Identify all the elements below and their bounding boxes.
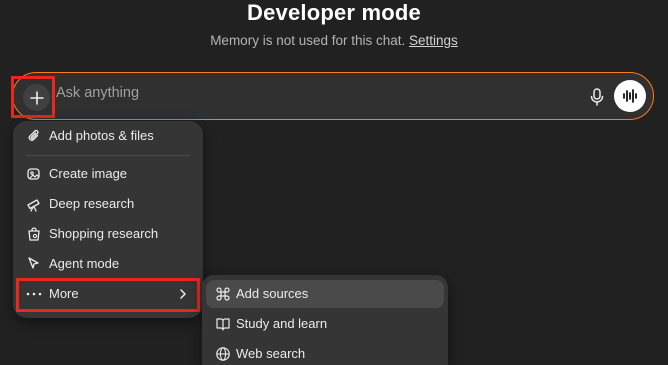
settings-link[interactable]: Settings: [409, 33, 458, 48]
menu-item-label: Add photos & files: [49, 128, 154, 143]
chat-composer: Ask anything: [12, 72, 654, 120]
paperclip-icon: [26, 128, 42, 144]
dictate-button[interactable]: [585, 85, 609, 109]
voice-waveform-icon: [622, 88, 638, 104]
submenu-item-label: Web search: [236, 346, 306, 361]
menu-item-deep-research[interactable]: Deep research: [13, 190, 203, 218]
submenu-item-label: Add sources: [236, 286, 309, 301]
menu-item-label: Shopping research: [49, 226, 159, 241]
submenu-item-label: Study and learn: [236, 316, 328, 331]
menu-item-shopping-research[interactable]: Shopping research: [13, 220, 203, 248]
submenu-item-add-sources[interactable]: Add sources: [206, 280, 444, 308]
shopping-bag-icon: [26, 226, 42, 242]
submenu-item-study-and-learn[interactable]: Study and learn: [206, 310, 444, 338]
memory-notice-text: Memory is not used for this chat.: [210, 33, 406, 48]
menu-item-add-photos-files[interactable]: Add photos & files: [13, 122, 203, 150]
globe-icon: [215, 346, 231, 362]
chat-input[interactable]: Ask anything: [56, 85, 139, 101]
more-item-highlight: [16, 278, 200, 312]
cursor-icon: [26, 256, 42, 272]
menu-item-label: Create image: [49, 166, 128, 181]
menu-item-label: Agent mode: [49, 256, 120, 271]
memory-notice: Memory is not used for this chat. Settin…: [0, 33, 668, 48]
menu-item-label: Deep research: [49, 196, 135, 211]
page-title: Developer mode: [247, 0, 421, 25]
voice-mode-button[interactable]: [614, 80, 646, 112]
submenu-item-web-search[interactable]: Web search: [206, 340, 444, 365]
more-submenu: Add sources Study and learn Web search: [202, 275, 448, 365]
image-create-icon: [26, 166, 42, 182]
menu-divider: [26, 155, 190, 156]
telescope-icon: [26, 196, 42, 212]
book-icon: [215, 316, 231, 332]
plus-button-highlight: [11, 76, 55, 118]
microphone-icon: [590, 88, 604, 106]
command-icon: [215, 286, 231, 302]
menu-item-agent-mode[interactable]: Agent mode: [13, 250, 203, 278]
menu-item-create-image[interactable]: Create image: [13, 160, 203, 188]
page: Developer mode Memory is not used for th…: [0, 0, 668, 365]
